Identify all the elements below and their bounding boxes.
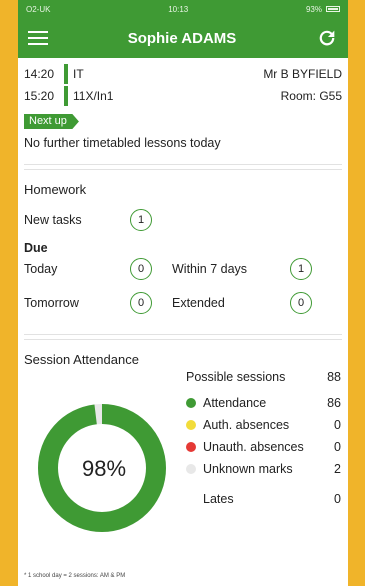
auth-absences-value: 0 [334, 418, 341, 432]
battery-icon [326, 6, 340, 12]
lates-value: 0 [334, 492, 341, 506]
session-footnote: * 1 school day = 2 sessions: AM & PM [24, 573, 126, 579]
auth-absences-label: Auth. absences [203, 418, 290, 432]
lesson-time: 14:20 [24, 67, 55, 81]
lesson-time: 15:20 [24, 89, 55, 103]
tomorrow-label: Tomorrow [24, 296, 79, 310]
red-dot-icon [186, 442, 196, 452]
new-tasks-row[interactable]: New tasks 1 [18, 203, 348, 237]
tomorrow-count[interactable]: 0 [130, 292, 152, 314]
due-row: Tomorrow 0 Extended 0 [18, 286, 348, 320]
unknown-marks-value: 2 [334, 462, 341, 476]
status-bar: O2-UK 10:13 93% [18, 0, 348, 18]
attendance-percent-label: 98% [82, 456, 126, 481]
unknown-marks-label: Unknown marks [203, 462, 293, 476]
lesson-bar [64, 86, 68, 106]
battery-percent: 93% [305, 4, 322, 14]
within-7-days-count[interactable]: 1 [290, 258, 312, 280]
unauth-absences-row: Unauth. absences 0 [186, 436, 341, 458]
unauth-absences-value: 0 [334, 440, 341, 454]
possible-sessions-value: 88 [327, 370, 341, 384]
attendance-legend: Possible sessions 88 Attendance 86 Auth.… [186, 366, 341, 510]
menu-icon[interactable] [28, 31, 48, 45]
homework-title: Homework [24, 182, 87, 197]
extended-label: Extended [172, 296, 225, 310]
attendance-section: Session Attendance 98% Possible sessions… [18, 340, 348, 532]
new-tasks-count[interactable]: 1 [130, 209, 152, 231]
lates-label: Lates [203, 492, 234, 506]
due-row: Today 0 Within 7 days 1 [18, 252, 348, 286]
today-label: Today [24, 262, 58, 276]
new-tasks-label: New tasks [24, 213, 82, 227]
unknown-marks-row: Unknown marks 2 [186, 458, 341, 480]
next-up-badge: Next up [24, 114, 79, 129]
lesson-teacher: Mr B BYFIELD [263, 67, 342, 81]
app-header: Sophie ADAMS [18, 18, 348, 58]
attendance-title: Session Attendance [24, 352, 139, 367]
possible-sessions-label: Possible sessions [186, 370, 286, 384]
lessons-section: 14:20 IT Mr B BYFIELD 15:20 11X/In1 Room… [18, 58, 348, 150]
lesson-room: Room: G55 [280, 89, 342, 103]
extended-count[interactable]: 0 [290, 292, 312, 314]
clock-label: 10:13 [168, 4, 189, 14]
lesson-bar [64, 64, 68, 84]
next-up-message: No further timetabled lessons today [24, 136, 221, 150]
attendance-value: 86 [327, 396, 341, 410]
phone-screen: O2-UK 10:13 93% Sophie ADAMS 14:20 IT Mr… [18, 0, 348, 586]
student-name-title: Sophie ADAMS [127, 29, 237, 47]
lates-row: Lates 0 [186, 488, 341, 510]
attendance-row: Attendance 86 [186, 392, 341, 414]
within-7-days-label: Within 7 days [172, 262, 248, 276]
lesson-subject: 11X/In1 [73, 89, 114, 103]
carrier-label: O2-UK [26, 4, 51, 14]
possible-sessions-row: Possible sessions 88 [186, 366, 341, 388]
refresh-icon[interactable] [316, 27, 338, 49]
unauth-absences-label: Unauth. absences [203, 440, 304, 454]
lesson-subject: IT [73, 67, 84, 81]
yellow-dot-icon [186, 420, 196, 430]
today-count[interactable]: 0 [130, 258, 152, 280]
auth-absences-row: Auth. absences 0 [186, 414, 341, 436]
green-dot-icon [186, 398, 196, 408]
homework-section: Homework New tasks 1 Due Today 0 Within … [18, 170, 348, 320]
attendance-donut-chart: 98% [38, 404, 166, 532]
lesson-row[interactable]: 14:20 IT Mr B BYFIELD [18, 63, 348, 85]
attendance-label: Attendance [203, 396, 267, 410]
grey-dot-icon [186, 464, 196, 474]
lesson-row[interactable]: 15:20 11X/In1 Room: G55 [18, 85, 348, 107]
